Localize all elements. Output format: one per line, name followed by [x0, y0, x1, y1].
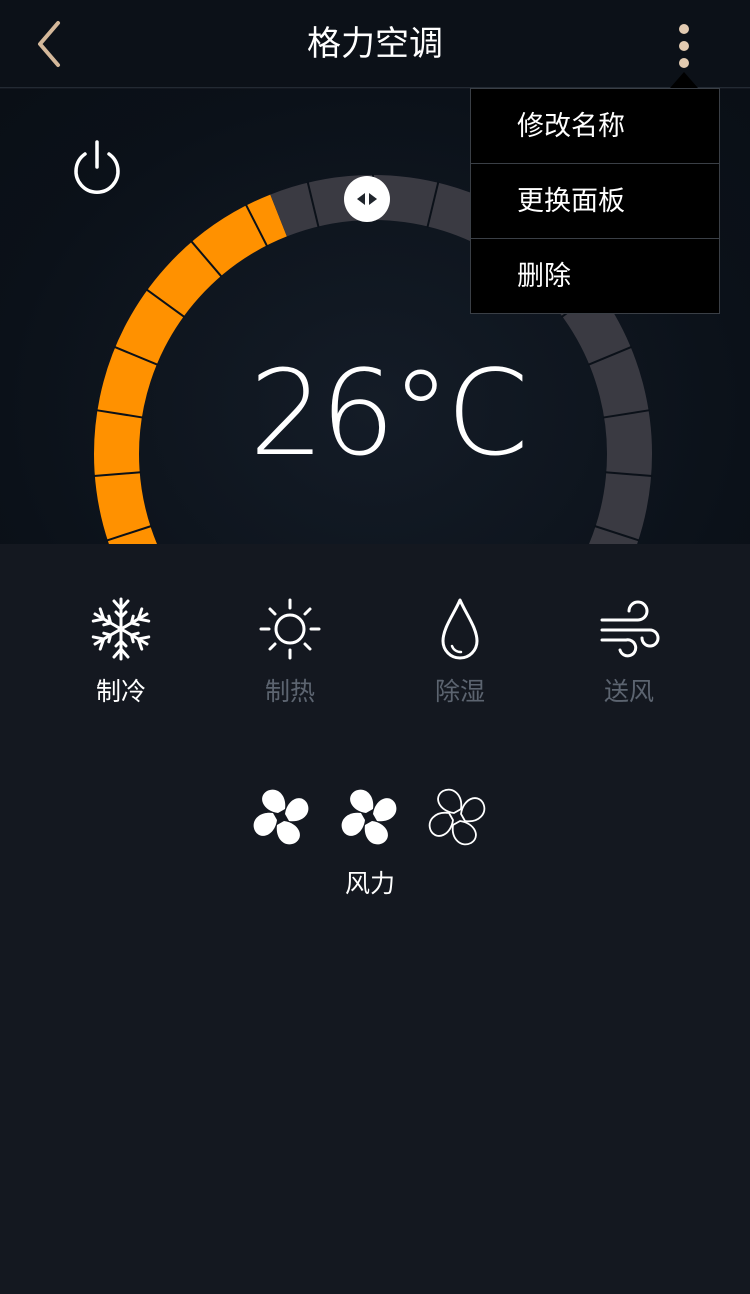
more-vertical-icon: [679, 24, 689, 68]
temperature-value: 26°C: [249, 344, 529, 482]
mode-cool-button[interactable]: 制冷: [61, 594, 181, 714]
back-button[interactable]: [18, 14, 78, 74]
dial-handle[interactable]: [344, 176, 390, 222]
chevron-left-icon: [38, 21, 60, 67]
wind-icon: [600, 600, 660, 658]
mode-heat-button[interactable]: 制热: [230, 594, 350, 714]
droplet-icon: [441, 598, 479, 660]
fan-speed-2-button[interactable]: [338, 786, 400, 848]
fan-icon: [253, 789, 309, 845]
top-bar: 格力空调: [0, 0, 750, 88]
options-menu: 修改名称 更换面板 删除: [470, 88, 720, 314]
fan-speed-label: 风力: [344, 869, 395, 898]
sun-icon: [259, 598, 321, 660]
menu-item-delete[interactable]: 删除: [471, 239, 719, 314]
power-icon: [74, 140, 120, 194]
fan-speed-3-button[interactable]: [426, 786, 488, 848]
mode-fan-button[interactable]: 送风: [569, 594, 689, 714]
mode-dehumidify-button[interactable]: 除湿: [400, 594, 520, 714]
page-title: 格力空调: [307, 24, 443, 64]
fan-speed-1-button[interactable]: [250, 786, 312, 848]
snowflake-icon: [90, 597, 152, 661]
more-menu-button[interactable]: [656, 16, 712, 76]
fan-icon: [341, 789, 397, 845]
mode-heat-label: 制热: [264, 677, 315, 706]
mode-fan-label: 送风: [603, 677, 654, 706]
menu-item-rename[interactable]: 修改名称: [471, 89, 719, 164]
fan-outline-icon: [428, 788, 486, 846]
power-button[interactable]: [66, 137, 128, 199]
left-right-arrows-icon: [357, 193, 377, 205]
menu-item-change-panel[interactable]: 更换面板: [471, 164, 719, 239]
mode-selector: 制冷 制热 除湿 送风: [0, 544, 750, 724]
menu-caret: [670, 72, 698, 88]
mode-cool-label: 制冷: [95, 677, 146, 706]
mode-dehumidify-label: 除湿: [434, 677, 485, 706]
app-screen: 格力空调 26°C 修改名称 更换面板 删除 制冷 制热 除湿 送风 风力: [0, 0, 750, 1294]
